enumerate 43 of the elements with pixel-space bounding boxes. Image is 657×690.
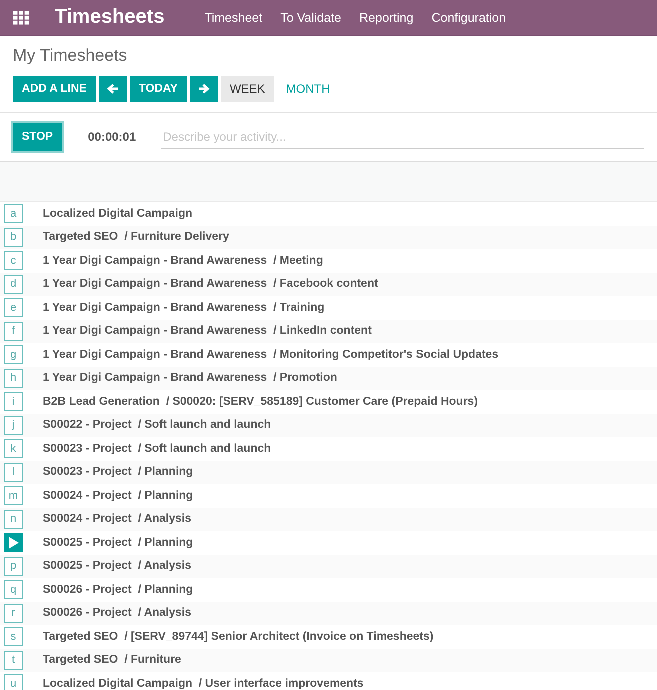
apps-grid-icon[interactable]	[13, 10, 30, 24]
scale-tab[interactable]: MONTH	[277, 76, 340, 102]
row-label[interactable]: S00025 - Project / Planning	[43, 536, 194, 549]
play-key[interactable]	[4, 533, 23, 552]
menu-item[interactable]: Reporting	[360, 10, 414, 24]
right-arrow-icon	[198, 83, 210, 95]
row-label[interactable]: 1 Year Digi Campaign - Brand Awareness / Promotion	[43, 372, 338, 384]
shortcut-key[interactable]: i	[4, 392, 23, 412]
row-label[interactable]: 1 Year Digi Campaign - Brand Awareness / Training	[43, 302, 325, 314]
row-label[interactable]: B2B Lead Generation / S00020: [SERV_585189] Customer Care (Prepaid Hours)	[43, 396, 478, 408]
row-label[interactable]: Targeted SEO / Furniture Delivery	[43, 231, 230, 244]
timer-display: 00:00:01	[88, 130, 138, 144]
row-label[interactable]: 1 Year Digi Campaign - Brand Awareness / Monitoring Competitor's Social Updates	[43, 348, 499, 361]
row-label[interactable]: S00024 - Project / Planning	[43, 490, 194, 502]
row-label[interactable]: 1 Year Digi Campaign - Brand Awareness / LinkedIn content	[43, 325, 372, 338]
next-button[interactable]	[190, 76, 218, 102]
row-label[interactable]: S00023 - Project / Soft launch and launch	[43, 442, 272, 455]
row-label[interactable]: S00023 - Project / Planning	[43, 466, 194, 478]
page-title: My Timesheets	[13, 46, 128, 66]
shortcut-key[interactable]: l	[4, 462, 23, 482]
today-button[interactable]: TODAY	[130, 76, 187, 102]
stop-button[interactable]: STOP	[13, 123, 62, 151]
row-label[interactable]: S00026 - Project / Analysis	[43, 607, 192, 620]
app-title: Timesheets	[55, 6, 165, 29]
scale-tab[interactable]: WEEK	[220, 76, 274, 102]
row-label[interactable]: S00022 - Project / Soft launch and launch	[43, 419, 272, 432]
play-icon	[8, 536, 18, 549]
row-label[interactable]: S00026 - Project / Planning	[43, 584, 194, 596]
left-arrow-icon	[106, 83, 119, 95]
menu-item[interactable]: To Validate	[280, 10, 342, 24]
row-label[interactable]: 1 Year Digi Campaign - Brand Awareness / Facebook content	[43, 278, 378, 290]
add-line-button[interactable]: ADD A LINE	[13, 76, 96, 102]
row-label[interactable]: 1 Year Digi Campaign - Brand Awareness / Meeting	[43, 254, 324, 267]
row-label[interactable]: S00024 - Project / Analysis	[43, 513, 192, 526]
previous-button[interactable]	[98, 76, 127, 102]
shortcut-key[interactable]: f	[4, 322, 23, 341]
menu-item[interactable]: Timesheet	[204, 10, 263, 24]
row-label[interactable]: Targeted SEO / Furniture	[43, 654, 182, 666]
row-label[interactable]: S00025 - Project / Analysis	[43, 560, 192, 572]
row-label[interactable]: Targeted SEO / [SERV_89744] Senior Architect (Invoice on Timesheets)	[43, 630, 434, 643]
menu-item[interactable]: Configuration	[432, 10, 506, 24]
row-label[interactable]: Localized Digital Campaign / User interface improvements	[43, 678, 364, 690]
row-label[interactable]: Localized Digital Campaign	[43, 208, 193, 220]
